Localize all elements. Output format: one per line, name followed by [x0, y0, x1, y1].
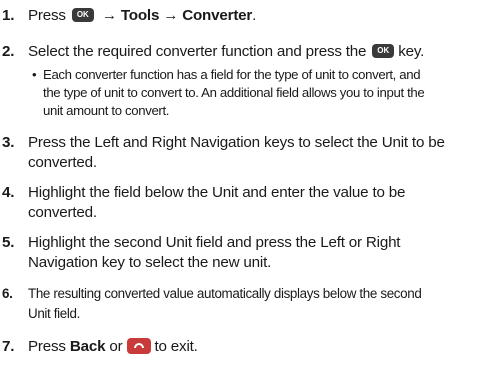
step-line: Highlight the second Unit field and pres… [28, 234, 401, 251]
menu-converter: Converter [182, 7, 253, 24]
ok-key-label: OK [377, 46, 390, 55]
step-number: 6. [2, 286, 13, 301]
step-number: 5. [2, 234, 15, 251]
instruction-page: 1. Press OK → Tools → Converter. 2. Select th… [0, 0, 501, 386]
ok-key-icon: OK [372, 44, 395, 58]
bullet-line: the type of unit to convert to. An addit… [43, 85, 425, 100]
step-suffix: . [252, 7, 257, 24]
step-line: The resulting converted value automatica… [28, 286, 422, 301]
bullet-dot: • [32, 67, 37, 82]
step-line: Press the Left and Right Navigation keys… [28, 134, 445, 151]
bullet-line: unit amount to convert. [43, 103, 170, 118]
step-line: Navigation key to select the new unit. [28, 254, 272, 271]
back-softkey-label: Back [69, 338, 106, 355]
menu-tools: Tools [120, 7, 160, 24]
step-text-after: key. [398, 43, 425, 60]
step-line: Highlight the field below the Unit and e… [28, 184, 406, 201]
step-number: 7. [2, 338, 15, 355]
step-text: Press Back or to exit. [28, 337, 198, 357]
arrow-icon: → [101, 7, 117, 24]
step-or: or [109, 338, 123, 355]
step-number: 2. [2, 43, 15, 60]
step-number: 4. [2, 184, 15, 201]
step-number: 3. [2, 134, 15, 151]
step-number: 1. [2, 7, 15, 24]
step-suffix: to exit. [154, 338, 198, 355]
step-text: Select the required converter function a… [28, 42, 424, 62]
step-prefix: Press [28, 338, 66, 355]
step-text: Press OK → Tools → Converter. [28, 6, 256, 26]
step-line: Unit field. [28, 306, 80, 321]
end-call-key-icon [126, 338, 151, 354]
step-line: converted. [28, 154, 97, 171]
bullet-line: Each converter function has a field for … [43, 67, 421, 82]
step-prefix: Press [28, 7, 66, 24]
ok-key-label: OK [76, 10, 89, 19]
ok-key-icon: OK [71, 8, 94, 22]
step-line: converted. [28, 204, 97, 221]
step-text-before: Select the required converter function a… [28, 43, 367, 60]
arrow-icon: → [163, 7, 179, 24]
